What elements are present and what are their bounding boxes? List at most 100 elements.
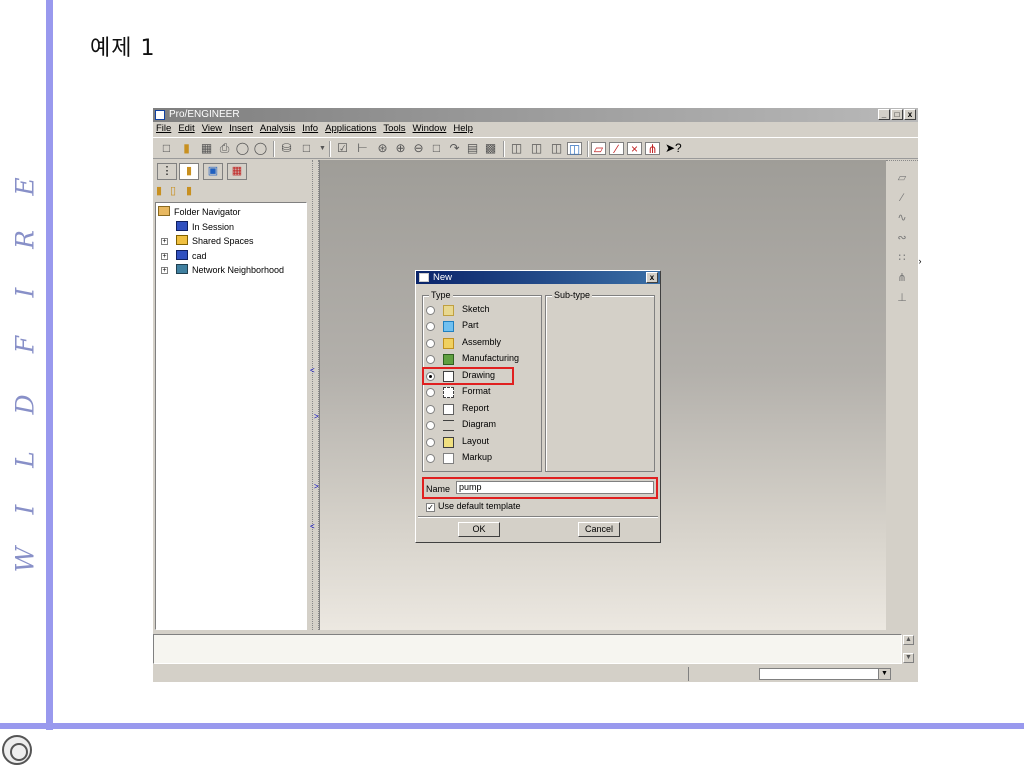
- type-option-manufacturing[interactable]: Manufacturing: [426, 352, 546, 367]
- tab-model-tree[interactable]: ⋮: [157, 163, 177, 180]
- shaded-icon[interactable]: ◫: [567, 142, 582, 156]
- navigator-splitter[interactable]: < > > <: [310, 160, 319, 630]
- tab-connections[interactable]: ▦: [227, 163, 247, 180]
- menu-view[interactable]: View: [199, 122, 226, 137]
- menu-analysis[interactable]: Analysis: [257, 122, 299, 137]
- radio-diagram[interactable]: [426, 421, 435, 430]
- type-option-assembly[interactable]: Assembly: [426, 336, 546, 351]
- radio-format[interactable]: [426, 388, 435, 397]
- email-icon[interactable]: ◯: [253, 142, 268, 155]
- collapse-arrow-icon[interactable]: <: [310, 522, 315, 531]
- cancel-button[interactable]: Cancel: [578, 522, 620, 537]
- flyout-arrow-icon[interactable]: ›: [912, 254, 928, 268]
- message-scrollbar[interactable]: ▲ ▼: [902, 634, 916, 664]
- save-icon[interactable]: ▦: [199, 142, 214, 155]
- use-default-template-checkbox[interactable]: ✓: [426, 503, 435, 512]
- minimize-button[interactable]: _: [878, 109, 890, 120]
- menu-help[interactable]: Help: [450, 122, 477, 137]
- send-icon[interactable]: ◯: [235, 142, 250, 155]
- menu-applications[interactable]: Applications: [322, 122, 380, 137]
- type-option-sketch[interactable]: Sketch: [426, 303, 546, 318]
- radio-manufacturing[interactable]: [426, 355, 435, 364]
- maximize-button[interactable]: □: [891, 109, 903, 120]
- scroll-up-icon[interactable]: ▲: [903, 635, 914, 645]
- add-folder-icon[interactable]: ▮: [186, 184, 192, 197]
- expand-shared-spaces[interactable]: +: [161, 238, 168, 245]
- radio-part[interactable]: [426, 322, 435, 331]
- hidden-line-icon[interactable]: ◫: [529, 142, 544, 155]
- new-icon[interactable]: □: [159, 142, 174, 155]
- expand-network[interactable]: +: [161, 267, 168, 274]
- select-dropdown-icon[interactable]: ▼: [315, 142, 330, 155]
- type-option-format[interactable]: Format: [426, 385, 546, 400]
- type-option-layout[interactable]: Layout: [426, 435, 546, 450]
- chevron-down-icon[interactable]: ▼: [878, 669, 890, 679]
- radio-report[interactable]: [426, 405, 435, 414]
- regenerate-icon[interactable]: ☑: [335, 142, 350, 155]
- zoom-out-icon[interactable]: ⊕: [393, 142, 408, 155]
- radio-markup[interactable]: [426, 454, 435, 463]
- selection-filter-select[interactable]: ▼: [759, 668, 891, 680]
- radio-assembly[interactable]: [426, 339, 435, 348]
- dialog-close-button[interactable]: x: [646, 272, 658, 283]
- sketch-tool-icon[interactable]: ∾: [894, 231, 910, 245]
- tab-folder-browser[interactable]: ▮: [179, 163, 199, 180]
- ok-button[interactable]: OK: [458, 522, 500, 537]
- collapse-arrow-icon[interactable]: <: [310, 366, 315, 375]
- menu-insert[interactable]: Insert: [226, 122, 257, 137]
- tab-favorites[interactable]: ▣: [203, 163, 223, 180]
- tree-item-in-session[interactable]: In Session: [176, 220, 234, 234]
- analysis-tool-icon[interactable]: ⊥: [894, 291, 910, 305]
- datum-point-icon[interactable]: ×: [627, 142, 642, 156]
- status-bar: ▼: [153, 666, 918, 682]
- whats-this-icon[interactable]: ➤?: [665, 142, 682, 155]
- coord-sys-icon[interactable]: ⋔: [645, 142, 660, 156]
- no-hidden-icon[interactable]: ◫: [549, 142, 564, 155]
- tree-item-shared-spaces[interactable]: Shared Spaces: [176, 234, 254, 248]
- name-highlight-box: [422, 477, 658, 499]
- type-option-report[interactable]: Report: [426, 402, 546, 417]
- datum-point-tool-icon[interactable]: ∷: [894, 251, 910, 265]
- type-option-markup[interactable]: Markup: [426, 451, 546, 466]
- radio-sketch[interactable]: [426, 306, 435, 315]
- folder-up-icon[interactable]: ▯: [170, 184, 176, 197]
- orient-icon[interactable]: □: [429, 142, 444, 155]
- radio-layout[interactable]: [426, 438, 435, 447]
- menu-tools[interactable]: Tools: [380, 122, 409, 137]
- zoom-in-icon[interactable]: ⊛: [375, 142, 390, 155]
- expand-arrow-icon[interactable]: >: [314, 482, 319, 491]
- datum-axis-tool-icon[interactable]: ∕: [894, 191, 910, 205]
- part-icon: [443, 321, 454, 332]
- expand-arrow-icon[interactable]: >: [314, 412, 319, 421]
- menu-window[interactable]: Window: [410, 122, 451, 137]
- wireframe-icon[interactable]: ◫: [509, 142, 524, 155]
- new-folder-icon[interactable]: ▮: [156, 184, 162, 197]
- menu-info[interactable]: Info: [299, 122, 322, 137]
- tree-item-cad[interactable]: cad: [176, 249, 207, 263]
- open-icon[interactable]: ▮: [179, 142, 194, 155]
- refit-icon[interactable]: ⊖: [411, 142, 426, 155]
- select-icon[interactable]: □: [299, 142, 314, 155]
- close-button[interactable]: x: [904, 109, 916, 120]
- scroll-down-icon[interactable]: ▼: [903, 653, 914, 663]
- coord-sys-tool-icon[interactable]: ⋔: [894, 271, 910, 285]
- dialog-title: New: [433, 272, 453, 283]
- datum-plane-tool-icon[interactable]: ▱: [894, 171, 910, 185]
- layers-icon[interactable]: ▤: [465, 142, 480, 155]
- datum-plane-icon[interactable]: ▱: [591, 142, 606, 156]
- find-icon[interactable]: ⛁: [279, 142, 294, 155]
- menu-edit[interactable]: Edit: [175, 122, 198, 137]
- app-titlebar: Pro/ENGINEER _ □ x: [153, 108, 918, 122]
- print-icon[interactable]: ⎙: [217, 142, 232, 155]
- tree-item-network-neighborhood[interactable]: Network Neighborhood: [176, 263, 284, 277]
- datum-axis-icon[interactable]: ∕: [609, 142, 624, 156]
- menu-file[interactable]: File: [153, 122, 175, 137]
- saved-view-icon[interactable]: ↷: [447, 142, 462, 155]
- expand-cad[interactable]: +: [161, 253, 168, 260]
- datum-curve-tool-icon[interactable]: ∿: [894, 211, 910, 225]
- repaint-icon[interactable]: ▩: [483, 142, 498, 155]
- type-option-part[interactable]: Part: [426, 319, 546, 334]
- type-option-diagram[interactable]: Diagram: [426, 418, 546, 433]
- datum-icon[interactable]: ⊢: [355, 142, 370, 155]
- tree-item-folder-navigator[interactable]: Folder Navigator: [158, 205, 241, 219]
